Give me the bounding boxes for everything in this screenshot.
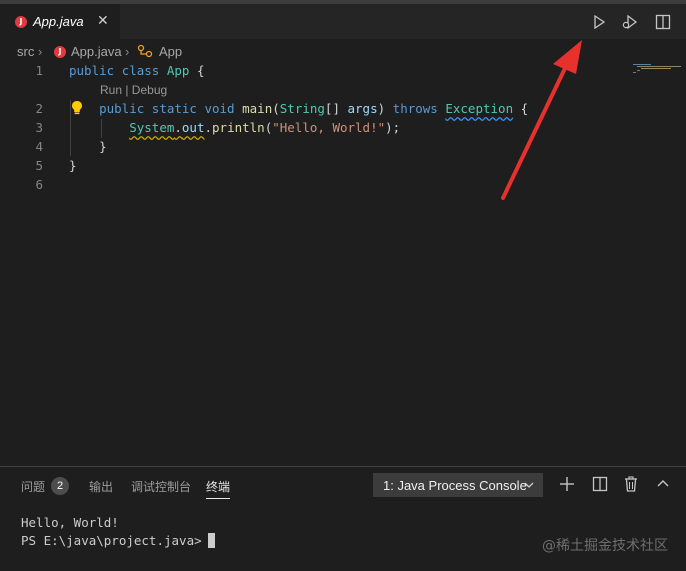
close-tab-icon[interactable]: ✕ — [97, 13, 109, 29]
terminal-prompt-line[interactable]: PS E:\java\project.java> — [21, 533, 215, 548]
tab-terminal[interactable]: 终端 — [206, 478, 231, 499]
code-line: 6 — [0, 176, 686, 195]
terminal-prompt: PS E:\java\project.java> — [21, 533, 202, 548]
code-line: 4 } — [0, 138, 686, 157]
tab-title: App.java — [33, 14, 84, 29]
editor-tab-bar: J App.java ✕ — [0, 4, 686, 39]
code-text: } — [99, 139, 107, 154]
code-text: public class App { — [69, 63, 205, 78]
line-number: 1 — [35, 63, 43, 78]
code-line: 3 System.out.println("Hello, World!"); — [0, 119, 686, 138]
terminal-select-value: 1: Java Process Console — [383, 478, 527, 493]
java-file-icon: J — [15, 16, 27, 28]
problems-count-badge: 2 — [51, 477, 69, 495]
codelens-run-debug[interactable]: Run | Debug — [100, 83, 167, 97]
line-number: 6 — [35, 177, 43, 192]
code-text: System.out.println("Hello, World!"); — [129, 120, 401, 135]
breadcrumb-file[interactable]: App.java — [71, 44, 122, 59]
chevron-down-icon — [524, 482, 534, 488]
breadcrumb-folder[interactable]: src — [17, 44, 34, 59]
java-file-icon: J — [54, 46, 66, 58]
breadcrumb-separator: › — [38, 44, 43, 59]
run-icon[interactable] — [590, 13, 608, 31]
line-number: 3 — [35, 120, 43, 135]
watermark: @稀土掘金技术社区 — [542, 538, 668, 554]
code-line: 1 public class App { — [0, 62, 686, 81]
split-editor-icon[interactable] — [654, 13, 672, 31]
tab-output[interactable]: 输出 — [89, 478, 113, 495]
terminal-output-line: Hello, World! — [21, 515, 119, 530]
line-number: 2 — [35, 101, 43, 116]
line-number: 4 — [35, 139, 43, 154]
breadcrumb-separator: › — [125, 44, 130, 59]
code-line: 5 } — [0, 157, 686, 176]
terminal-cursor — [207, 533, 215, 548]
breadcrumb-symbol[interactable]: App — [159, 44, 182, 59]
tab-problems[interactable]: 问题 — [21, 478, 45, 495]
debug-run-icon[interactable] — [621, 13, 639, 31]
code-text: public static void main(String[] args) t… — [99, 101, 529, 116]
new-terminal-icon[interactable] — [558, 475, 576, 493]
terminal-select-dropdown[interactable]: 1: Java Process Console — [373, 473, 543, 497]
tab-app-java[interactable]: J App.java ✕ — [0, 4, 120, 39]
split-terminal-icon[interactable] — [591, 475, 609, 493]
tab-debug-console[interactable]: 调试控制台 — [131, 478, 191, 495]
bottom-panel: 问题 2 输出 调试控制台 终端 1: Java Process Console… — [0, 466, 686, 571]
code-text: } — [69, 158, 77, 173]
breadcrumb: src › J App.java › App — [0, 40, 686, 62]
trash-icon[interactable] — [622, 475, 640, 493]
minimap[interactable] — [633, 62, 683, 74]
code-line: 2 public static void main(String[] args)… — [0, 100, 686, 119]
line-number: 5 — [35, 158, 43, 173]
maximize-panel-icon[interactable] — [654, 475, 672, 493]
class-symbol-icon — [137, 44, 153, 58]
